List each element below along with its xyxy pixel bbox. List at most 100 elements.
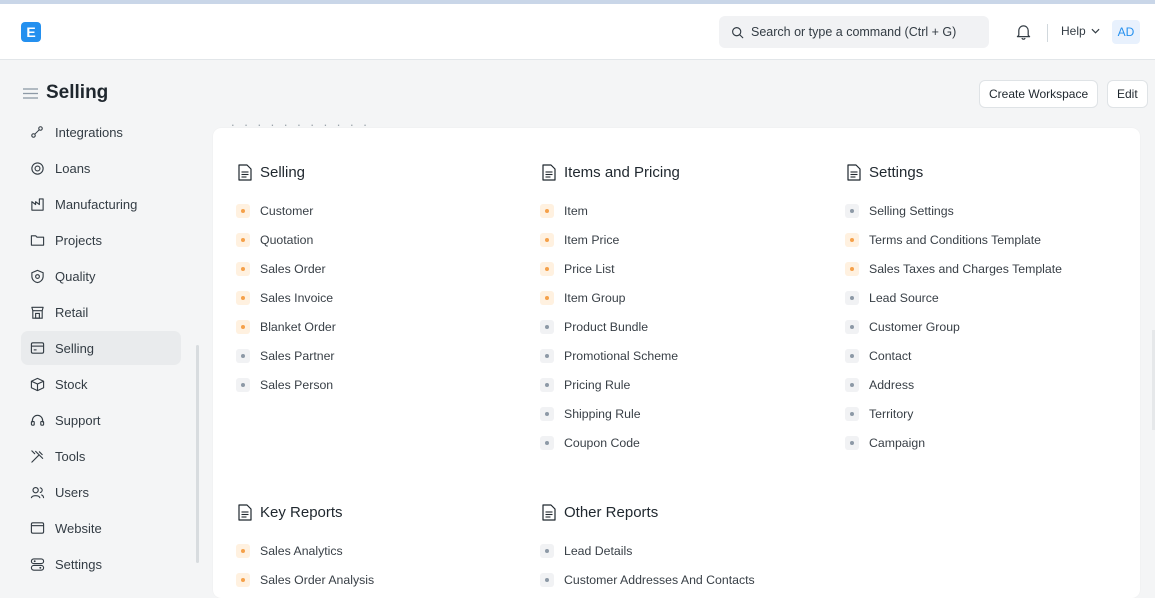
dot-icon [845,406,859,421]
link-sales-analytics[interactable]: Sales Analytics [236,536,374,565]
link-sales-taxes-and-charges-template[interactable]: Sales Taxes and Charges Template [845,254,1062,283]
sidebar-item-label: Integrations [55,124,123,140]
link-shipping-rule[interactable]: Shipping Rule [540,399,680,428]
section-header: Items and Pricing [542,162,680,182]
section-settings: Settings Selling Settings Terms and Cond… [845,162,1062,457]
link-label: Pricing Rule [564,377,631,392]
website-icon [29,520,45,536]
section-items-and-pricing: Items and Pricing Item Item Price Price … [540,162,680,457]
document-icon [238,503,252,521]
chevron-down-icon [1091,28,1100,34]
link-label: Sales Partner [260,348,335,363]
help-label: Help [1061,24,1086,38]
link-pricing-rule[interactable]: Pricing Rule [540,370,680,399]
dot-icon [236,290,250,305]
link-promotional-scheme[interactable]: Promotional Scheme [540,341,680,370]
sidebar-item-website[interactable]: Website [21,511,181,545]
link-blanket-order[interactable]: Blanket Order [236,312,336,341]
dot-icon [845,377,859,392]
workspace-card: . . . . . . . . . . . Selling Customer Q… [213,120,1140,598]
dot-icon [540,406,554,421]
sidebar-item-stock[interactable]: Stock [21,367,181,401]
app-logo[interactable]: E [21,22,41,42]
link-label: Promotional Scheme [564,348,679,363]
section-header: Key Reports [238,502,374,522]
dot-icon [540,203,554,218]
link-sales-order-analysis[interactable]: Sales Order Analysis [236,565,375,594]
sidebar-item-manufacturing[interactable]: Manufacturing [21,187,181,221]
dot-icon [540,290,554,305]
link-terms-and-conditions-template[interactable]: Terms and Conditions Template [845,225,1062,254]
link-sales-order[interactable]: Sales Order [236,254,336,283]
section-title: Key Reports [260,503,343,521]
dot-icon [845,232,859,247]
section-title: Selling [260,163,306,181]
link-sales-invoice[interactable]: Sales Invoice [236,283,336,312]
sidebar-item-loans[interactable]: Loans [21,151,181,185]
edit-button[interactable]: Edit [1107,80,1148,108]
create-workspace-button[interactable]: Create Workspace [979,80,1099,108]
link-customer[interactable]: Customer [236,196,336,225]
notifications-button[interactable] [1016,23,1031,45]
link-coupon-code[interactable]: Coupon Code [540,428,680,457]
link-sales-partner[interactable]: Sales Partner [236,341,336,370]
hamburger-menu-icon[interactable] [23,88,38,99]
link-label: Item [564,203,588,218]
link-item[interactable]: Item [540,196,680,225]
sidebar-item-support[interactable]: Support [21,403,181,437]
document-icon [238,163,252,181]
sidebar-item-projects[interactable]: Projects [21,223,181,257]
dot-icon [540,572,554,587]
link-customer-addresses-and-contacts[interactable]: Customer Addresses And Contacts [540,565,755,594]
link-customer-group[interactable]: Customer Group [845,312,1062,341]
link-price-list[interactable]: Price List [540,254,680,283]
link-label: Lead Details [564,543,633,558]
section-title: Other Reports [564,503,659,521]
help-dropdown[interactable]: Help [1061,24,1100,38]
selling-icon [29,340,45,356]
retail-icon [29,304,45,320]
navbar: E Help AD [0,4,1155,60]
search-bar[interactable] [719,16,989,48]
sidebar-item-label: Tools [55,448,86,464]
page-header: Selling Create Workspace Edit [0,60,1155,124]
link-label: Sales Taxes and Charges Template [869,261,1062,276]
user-avatar[interactable]: AD [1112,20,1140,44]
link-territory[interactable]: Territory [845,399,1062,428]
link-product-bundle[interactable]: Product Bundle [540,312,680,341]
link-label: Campaign [869,435,926,450]
sidebar-item-label: Settings [55,556,102,572]
link-sales-person[interactable]: Sales Person [236,370,336,399]
link-label: Sales Invoice [260,290,334,305]
sidebar-item-users[interactable]: Users [21,475,181,509]
link-label: Contact [869,348,912,363]
page-title: Selling [46,82,109,103]
sidebar-item-retail[interactable]: Retail [21,295,181,329]
link-selling-settings[interactable]: Selling Settings [845,196,1062,225]
sidebar-item-quality[interactable]: Quality [21,259,181,293]
sidebar-item-integrations[interactable]: Integrations [21,118,181,149]
link-item-group[interactable]: Item Group [540,283,680,312]
link-contact[interactable]: Contact [845,341,1062,370]
link-address[interactable]: Address [845,370,1062,399]
sidebar-item-tools[interactable]: Tools [21,439,181,473]
tools-icon [29,448,45,464]
link-label: Sales Order Analysis [260,572,375,587]
link-lead-details[interactable]: Lead Details [540,536,755,565]
search-input[interactable] [751,25,971,39]
link-campaign[interactable]: Campaign [845,428,1062,457]
sidebar-scrollbar[interactable] [196,345,199,563]
link-item-price[interactable]: Item Price [540,225,680,254]
document-icon [542,163,556,181]
link-lead-source[interactable]: Lead Source [845,283,1062,312]
link-label: Customer [260,203,314,218]
link-label: Product Bundle [564,319,649,334]
sidebar-item-selling[interactable]: Selling [21,331,181,365]
sidebar-item-label: Quality [55,268,96,284]
dot-icon [540,232,554,247]
sidebar-item-settings[interactable]: Settings [21,547,181,581]
sidebar: Integrations Loans Manufacturing Project… [0,118,200,585]
manufacturing-icon [29,196,45,212]
integrations-icon [29,124,45,140]
link-quotation[interactable]: Quotation [236,225,336,254]
